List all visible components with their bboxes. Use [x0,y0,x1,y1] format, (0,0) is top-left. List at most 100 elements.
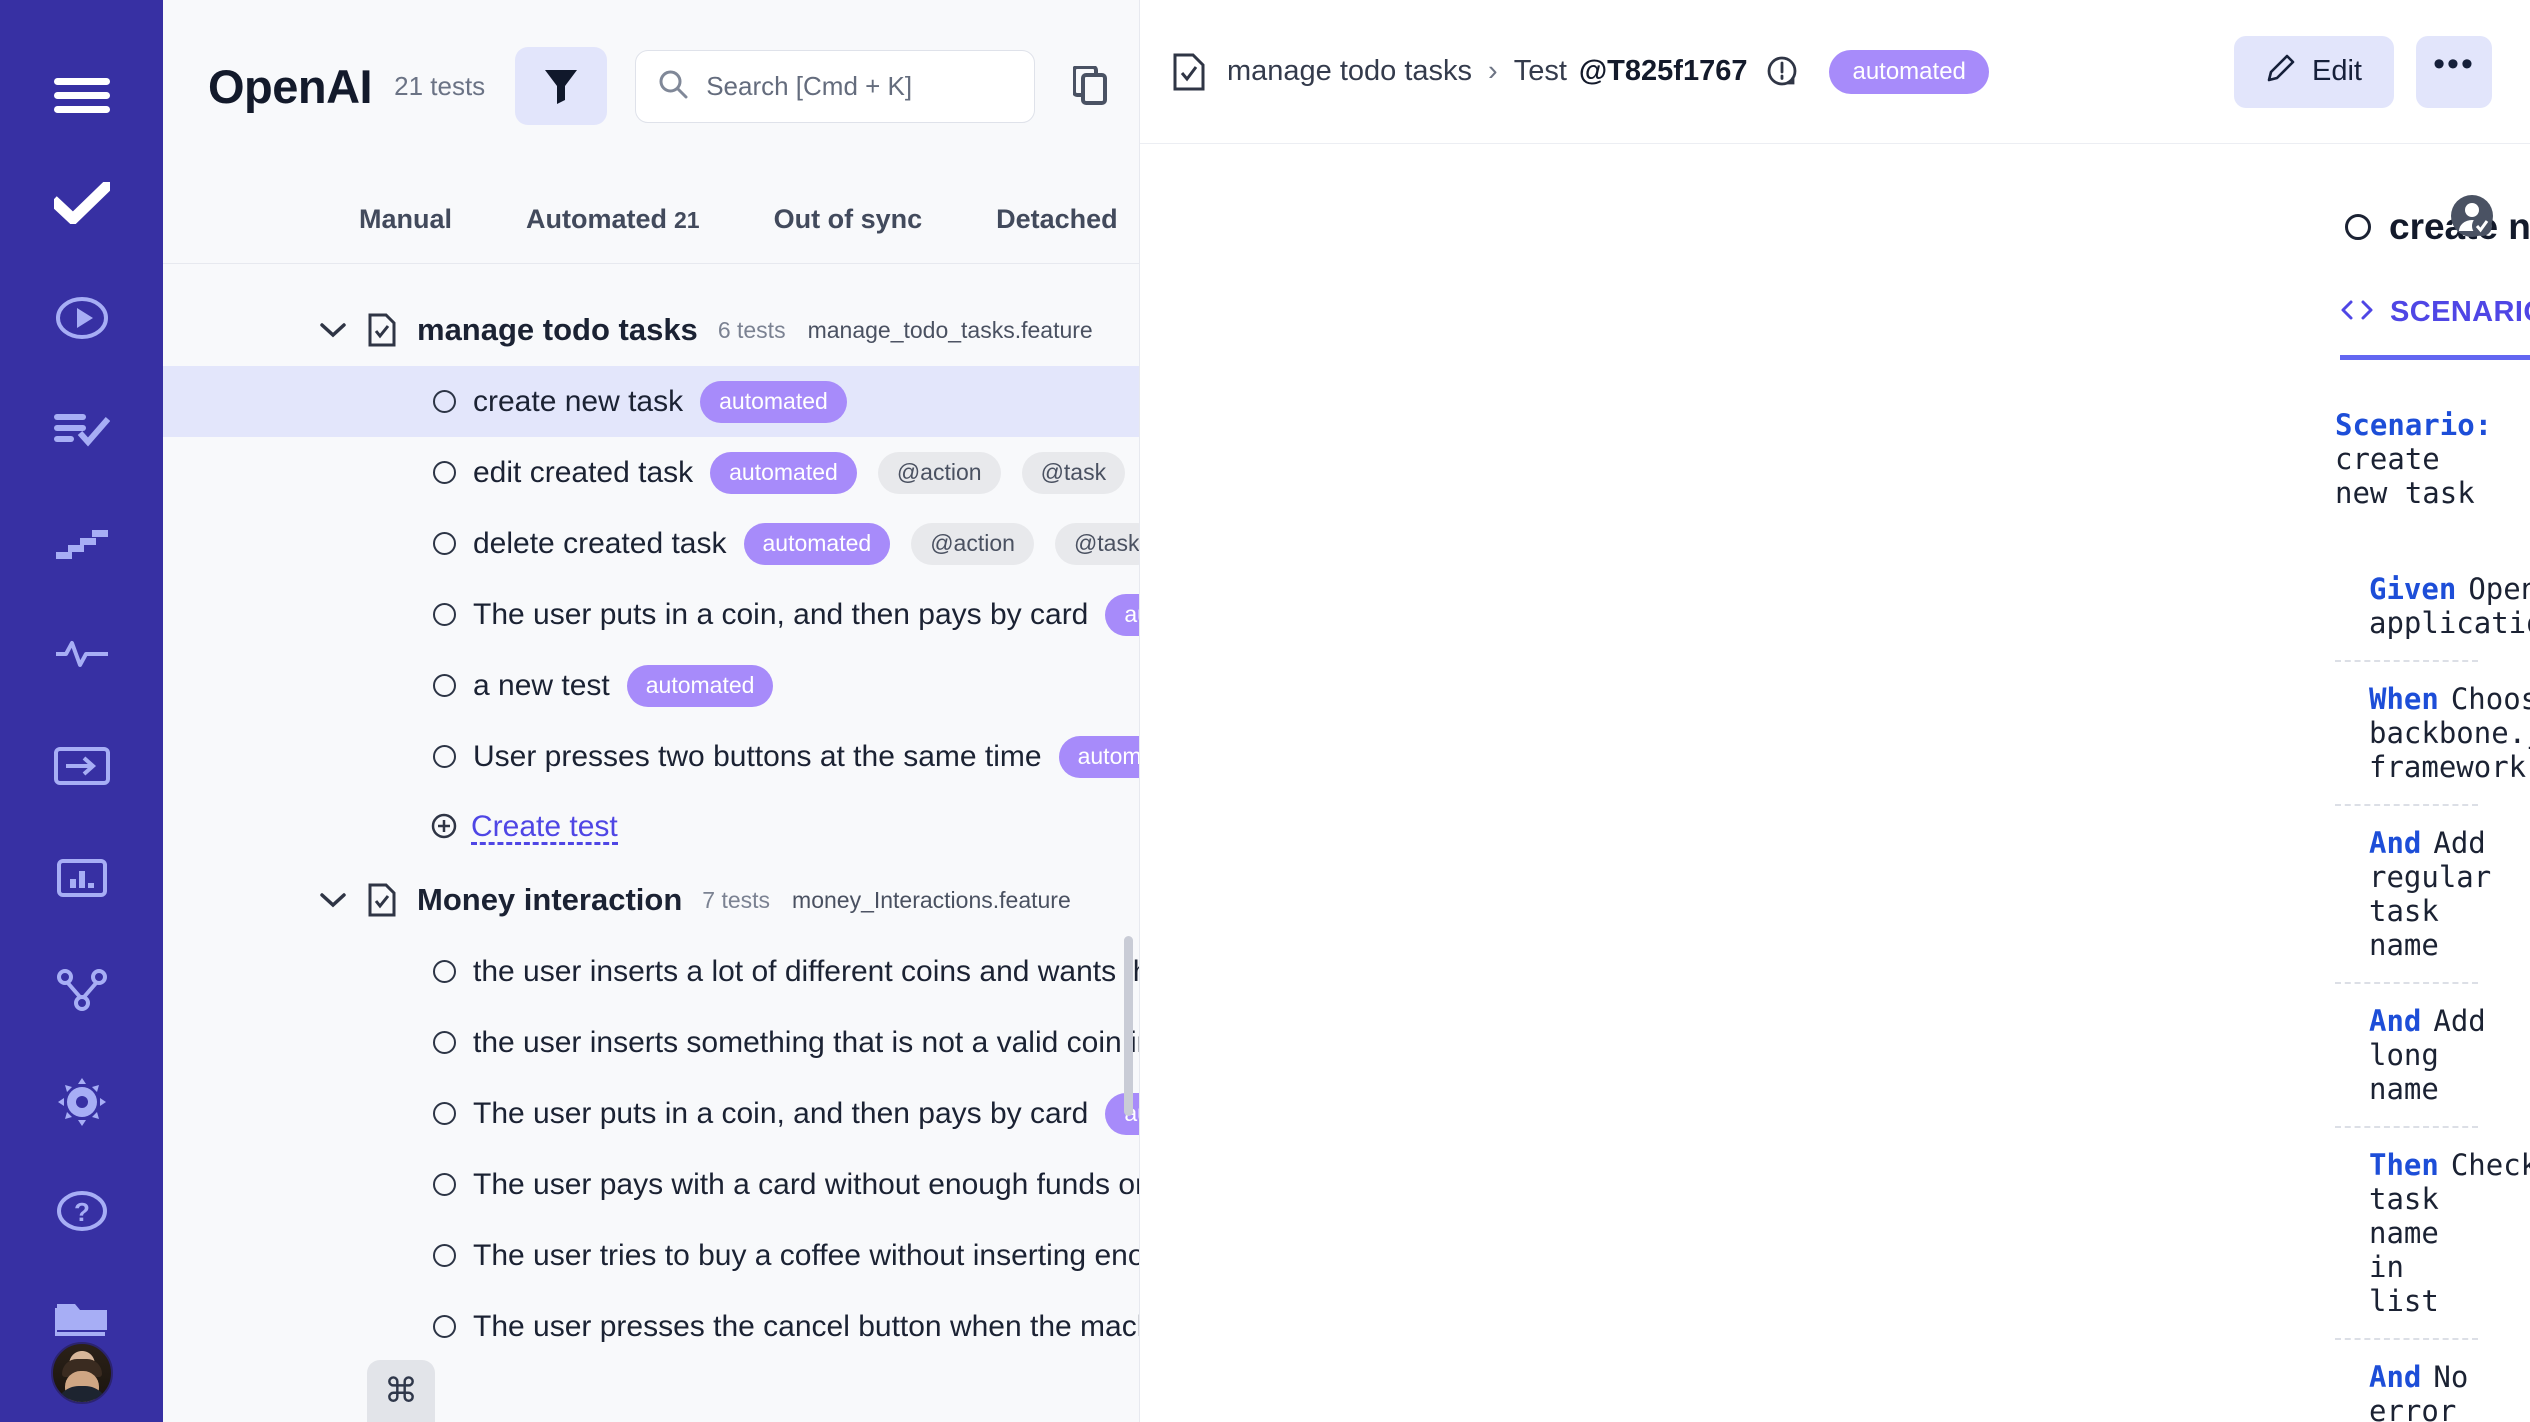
tab-manual-label: Manual [359,204,453,234]
test-row[interactable]: edit created task automated @action @tas… [163,437,1139,508]
scenario-step[interactable]: GivenOpen application [2335,552,2530,662]
status-badge: automated [626,664,774,707]
test-row[interactable]: The user presses the cancel button when … [163,1291,1139,1362]
test-row[interactable]: The user pays with a card without enough… [163,1149,1139,1220]
breadcrumb-label: Test [1513,55,1567,87]
test-row[interactable]: User presses two buttons at the same tim… [163,721,1139,792]
copy-icon[interactable] [1061,56,1121,116]
hamburger-menu-icon[interactable] [0,48,163,144]
breadcrumb-separator: › [1488,55,1498,87]
test-file-icon [368,883,396,917]
test-name: the user inserts something that is not a… [473,1025,1140,1059]
status-circle-icon [433,1031,456,1054]
workspace-header: OpenAI 21 tests [163,0,1139,172]
page-title: OpenAI [208,59,373,113]
step-keyword: And [2369,1004,2422,1038]
scenario-step[interactable]: AndNo error found [2335,1340,2478,1422]
create-test-link[interactable]: Create test [471,811,618,846]
filter-icon[interactable] [515,47,608,125]
chart-box-icon[interactable] [0,822,163,934]
scenario-step[interactable]: Then Check task name in list [2335,1128,2530,1340]
avatar[interactable] [50,1342,113,1404]
test-row[interactable]: The user tries to buy a coffee without i… [163,1220,1139,1291]
search-input[interactable] [706,70,1013,102]
edit-button-label: Edit [2312,55,2362,87]
test-row[interactable]: the user inserts something that is not a… [163,1007,1139,1078]
tag-badge: @task [1021,451,1126,494]
test-row[interactable]: The user puts in a coin, and then pays b… [163,1078,1139,1149]
workspace-test-count: 21 tests [394,70,486,101]
scenario-step[interactable]: And Add regular task name [2335,806,2491,984]
test-row[interactable]: The user puts in a coin, and then pays b… [163,579,1139,650]
step-keyword: When [2369,682,2439,716]
status-badge: automated [1105,1092,1139,1135]
status-badge: automated [1829,49,1989,94]
gear-icon[interactable] [0,1046,163,1158]
status-badge: automated [743,522,891,565]
owner-avatar-icon[interactable] [2450,194,2494,238]
test-row[interactable]: delete created task automated @action @t… [163,508,1139,579]
tab-detached[interactable]: Detached [996,204,1118,263]
tab-out-of-sync[interactable]: Out of sync [774,204,923,263]
status-circle-icon [433,1173,456,1196]
breadcrumb: manage todo tasks › Test @T825f1767 auto… [1141,49,1989,94]
test-name: The user puts in a coin, and then pays b… [473,1096,1089,1130]
tab-out-of-sync-label: Out of sync [773,204,923,234]
status-badge: automated [1058,735,1139,778]
status-circle-icon [433,1244,456,1267]
group-header-manage-todo-tasks[interactable]: manage todo tasks 6 tests manage_todo_ta… [163,294,1139,366]
test-row[interactable]: the user inserts a lot of different coin… [163,936,1139,1007]
tab-scenario-code[interactable]: SCENARIO CODE [2340,296,2530,360]
chevron-down-icon[interactable] [320,892,354,908]
test-name: a new test [473,668,610,702]
status-badge: automated [1105,593,1139,636]
stairs-icon[interactable] [0,486,163,598]
status-badge: automated [710,451,857,494]
list-scrollbar[interactable] [1124,936,1133,1116]
chevron-down-icon[interactable] [320,322,354,338]
test-row[interactable]: create new task automated [163,366,1139,437]
command-key-badge[interactable]: ⌘ [367,1360,435,1422]
plus-circle-icon [431,813,457,844]
status-badge: automated [700,380,847,423]
detail-header: manage todo tasks › Test @T825f1767 auto… [1140,0,2530,144]
edit-button[interactable]: Edit [2234,35,2394,108]
test-file-icon [1173,53,1205,91]
code-brackets-icon [2340,296,2374,329]
test-name: The user presses the cancel button when … [473,1309,1139,1343]
check-icon[interactable] [0,144,163,262]
tab-manual[interactable]: Manual [359,204,452,263]
test-name: edit created task [473,455,694,489]
status-circle-icon [433,674,456,697]
tab-automated[interactable]: Automated 21 [526,204,700,263]
create-test-row[interactable]: Create test [163,792,1139,864]
question-circle-icon[interactable]: ? [0,1158,163,1264]
pulse-icon[interactable] [0,598,163,710]
step-keyword: And [2369,1360,2422,1394]
group-header-money-interaction[interactable]: Money interaction 7 tests money_Interact… [163,864,1139,936]
tag-badge: @action [911,522,1034,565]
test-row[interactable]: a new test automated [163,650,1139,721]
tab-detached-label: Detached [996,204,1118,234]
login-box-icon[interactable] [0,710,163,822]
step-keyword: Given [2369,572,2457,606]
search-box[interactable] [635,49,1036,123]
test-name: the user inserts a lot of different coin… [473,954,1139,988]
detail-title-row: create new task [1140,144,2530,256]
status-circle-icon [433,1315,456,1338]
test-name: create new task [473,384,684,418]
detail-tabs: SCENARIO CODE ATTACHMENTS RUNS HISTORY [1140,256,2530,360]
group-test-count: 6 tests [717,316,786,343]
play-circle-icon[interactable] [0,262,163,374]
scenario-step[interactable]: WhenChoose backbone.js framework [2335,662,2530,806]
status-circle-icon [433,1102,456,1125]
tag-badge: @task [1054,522,1139,565]
scenario-step[interactable]: And Add long name [2335,984,2486,1128]
status-circle-icon [433,532,456,555]
step-keyword: Then [2369,1148,2439,1182]
branch-icon[interactable] [0,934,163,1046]
list-check-icon[interactable] [0,374,163,486]
app-root: ? OpenAI 21 tests Search [Cmd + K] Manua… [0,0,2530,1422]
breadcrumb-parent[interactable]: manage todo tasks [1227,55,1472,88]
more-options-button[interactable]: ••• [2416,35,2492,108]
